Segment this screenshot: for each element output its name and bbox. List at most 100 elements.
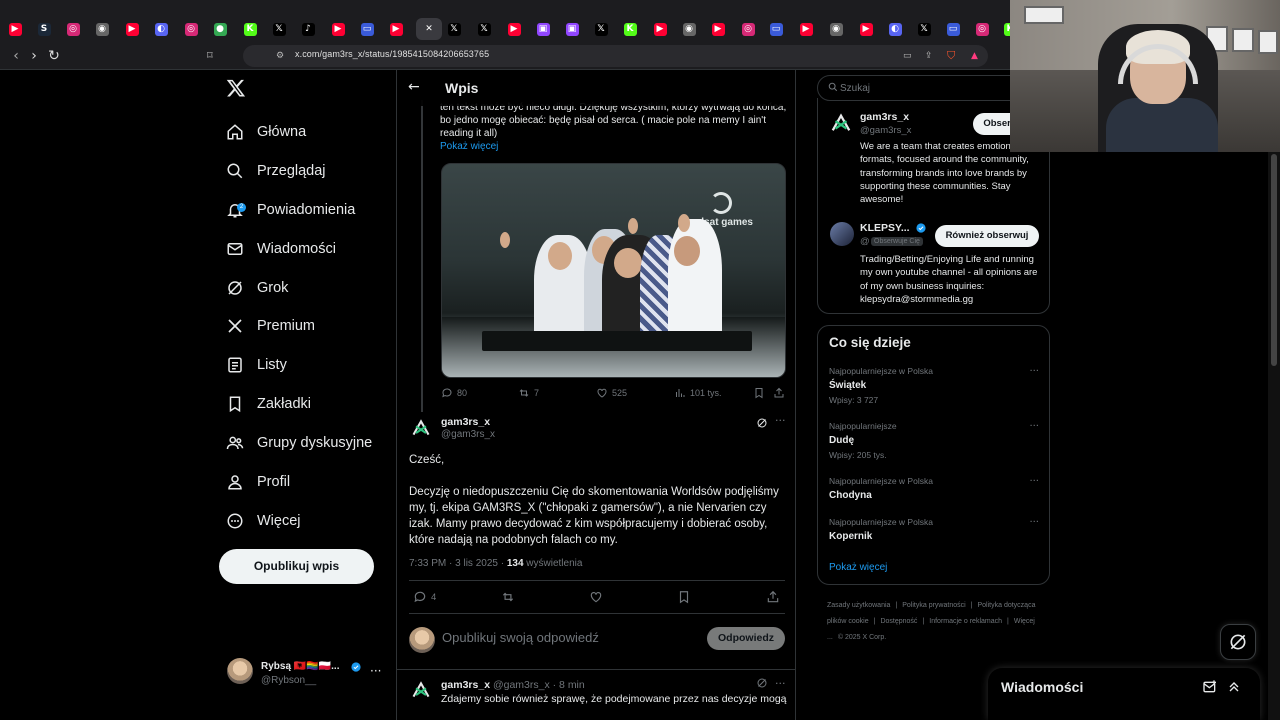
nav-item-home[interactable]: Główna [225, 117, 306, 147]
back-arrow-icon[interactable]: ← [408, 79, 420, 95]
browser-tab[interactable]: ◎ [180, 18, 202, 40]
browser-tab[interactable]: ▣ [532, 18, 554, 40]
browser-tab[interactable]: 𝕏 [443, 18, 465, 40]
browser-tab[interactable]: 𝕏 [590, 18, 612, 40]
nav-item-x-logo[interactable]: Premium [225, 311, 315, 341]
install-app-icon[interactable]: ▭ [903, 49, 912, 63]
browser-tab[interactable]: ▶ [121, 18, 143, 40]
browser-tab[interactable]: ▶ [385, 18, 407, 40]
page-scrollbar[interactable] [1268, 152, 1280, 720]
gam3rs-logo-icon[interactable] [830, 112, 854, 136]
nav-item-bell[interactable]: 2 Powiadomienia [225, 195, 355, 225]
views-action[interactable]: 101 tys. [674, 387, 722, 399]
gam3rs-logo-icon[interactable] [409, 678, 433, 702]
browser-tab[interactable]: S [33, 18, 55, 40]
nav-item-people[interactable]: Grupy dyskusyjne [225, 428, 372, 458]
share-icon[interactable]: ⇪ [925, 49, 933, 63]
footer-link[interactable]: Polityka prywatności [902, 602, 965, 609]
author-name[interactable]: gam3rs_x [441, 416, 490, 428]
like-action[interactable]: 525 [596, 387, 627, 399]
nav-item-person[interactable]: Profil [225, 467, 290, 497]
trend-item[interactable]: Najpopularniejsze Dudę Wpisy: 205 tys. ··· [829, 421, 1039, 460]
browser-tab[interactable]: ▭ [356, 18, 378, 40]
messages-drawer[interactable]: Wiadomości [988, 668, 1260, 720]
browser-tab[interactable]: ✕ [416, 18, 442, 40]
browser-tab[interactable]: ▣ [561, 18, 583, 40]
suggested-user-name[interactable]: gam3rs_x [860, 111, 909, 123]
share-action[interactable] [766, 590, 784, 604]
browser-tab[interactable]: ◐ [884, 18, 906, 40]
more-icon[interactable]: ··· [1029, 476, 1039, 487]
browser-tab[interactable]: ▭ [942, 18, 964, 40]
browser-tab[interactable]: ▶ [707, 18, 729, 40]
brave-rewards-icon[interactable]: ▲ [971, 49, 978, 63]
back-button[interactable]: ‹ [8, 48, 24, 64]
repost-action[interactable]: 7 [518, 387, 539, 399]
browser-tab[interactable]: ▶ [855, 18, 877, 40]
more-icon[interactable]: ··· [1029, 366, 1039, 377]
publish-post-button[interactable]: Opublikuj wpis [219, 549, 374, 584]
browser-tab[interactable]: ◐ [150, 18, 172, 40]
nav-item-list[interactable]: Listy [225, 350, 287, 380]
browser-tab[interactable]: 𝕏 [473, 18, 495, 40]
gam3rs-logo-icon[interactable] [409, 416, 433, 440]
grok-icon[interactable] [756, 417, 768, 429]
nav-item-mail[interactable]: Wiadomości [225, 234, 336, 264]
new-message-icon[interactable] [1202, 679, 1218, 695]
like-action[interactable] [589, 590, 607, 604]
browser-tab[interactable]: ◉ [91, 18, 113, 40]
browser-tab[interactable]: ◉ [678, 18, 700, 40]
search-input[interactable]: Szukaj [840, 83, 870, 94]
suggested-user-handle[interactable]: @ [860, 236, 870, 247]
more-icon[interactable]: ··· [1029, 517, 1039, 528]
share-action[interactable] [773, 387, 789, 399]
footer-link[interactable]: © 2025 X Corp. [838, 634, 886, 641]
post-image[interactable]: polsat games [441, 163, 786, 378]
reply-button[interactable]: Odpowiedz [707, 627, 785, 650]
browser-tab[interactable]: 𝕏 [913, 18, 935, 40]
forward-button[interactable]: › [26, 48, 42, 64]
nav-item-bookmark[interactable]: Zakładki [225, 389, 311, 419]
browser-tab[interactable]: ♪ [297, 18, 319, 40]
bookmark-icon[interactable]: ⌑ [207, 49, 213, 63]
trend-item[interactable]: Najpopularniejsze w Polska Kopernik ··· [829, 517, 1039, 542]
browser-tab[interactable]: ▶ [327, 18, 349, 40]
browser-tab[interactable]: ▶ [649, 18, 671, 40]
browser-tab[interactable]: ▶ [503, 18, 525, 40]
scrollbar-thumb[interactable] [1271, 154, 1277, 366]
address-bar[interactable]: ⌑ ⚙ x.com/gam3rs_x/status/19854150842066… [207, 45, 988, 67]
browser-tab[interactable]: ◎ [971, 18, 993, 40]
author-handle[interactable]: @gam3rs_x [441, 429, 495, 440]
nav-item-more-circle[interactable]: Więcej [225, 506, 301, 536]
more-icon[interactable]: ··· [1029, 421, 1039, 432]
next-post[interactable]: gam3rs_x @gam3rs_x · 8 min ··· Zdajemy s… [409, 676, 789, 720]
more-icon[interactable]: ··· [775, 677, 786, 690]
reply-input[interactable]: Opublikuj swoją odpowiedź [442, 630, 599, 645]
browser-tab[interactable]: 𝕏 [268, 18, 290, 40]
show-more-link[interactable]: Pokaż więcej [440, 141, 498, 152]
browser-tab[interactable]: K [239, 18, 261, 40]
more-icon[interactable]: ··· [370, 664, 381, 678]
repost-action[interactable] [501, 590, 519, 604]
reload-button[interactable]: ↻ [46, 48, 62, 64]
bookmark-action[interactable] [677, 590, 695, 604]
browser-tab[interactable]: ◎ [62, 18, 84, 40]
grok-icon[interactable] [756, 677, 768, 689]
site-settings-icon[interactable]: ⚙ [276, 49, 284, 63]
url-text[interactable]: x.com/gam3rs_x/status/198541508420665376… [295, 49, 489, 59]
browser-tab[interactable]: K [619, 18, 641, 40]
footer-link[interactable]: Zasady użytkowania [827, 602, 890, 609]
browser-tab[interactable]: ● [209, 18, 231, 40]
show-more-trends-link[interactable]: Pokaż więcej [829, 562, 887, 573]
author-name[interactable]: gam3rs_x [441, 679, 490, 691]
brave-shield-icon[interactable]: ⛉ [947, 49, 955, 63]
x-logo-icon[interactable] [226, 78, 246, 98]
browser-tab[interactable]: ◉ [825, 18, 847, 40]
suggested-user-handle[interactable]: @gam3rs_x [860, 125, 911, 136]
browser-tab[interactable]: ▶ [4, 18, 26, 40]
footer-link[interactable]: Informacje o reklamach [929, 618, 1002, 625]
trend-item[interactable]: Najpopularniejsze w Polska Chodyna ··· [829, 476, 1039, 501]
reply-action[interactable]: 4 [413, 590, 436, 604]
footer-link[interactable]: Dostępność [880, 618, 917, 625]
browser-tab[interactable]: ◎ [737, 18, 759, 40]
